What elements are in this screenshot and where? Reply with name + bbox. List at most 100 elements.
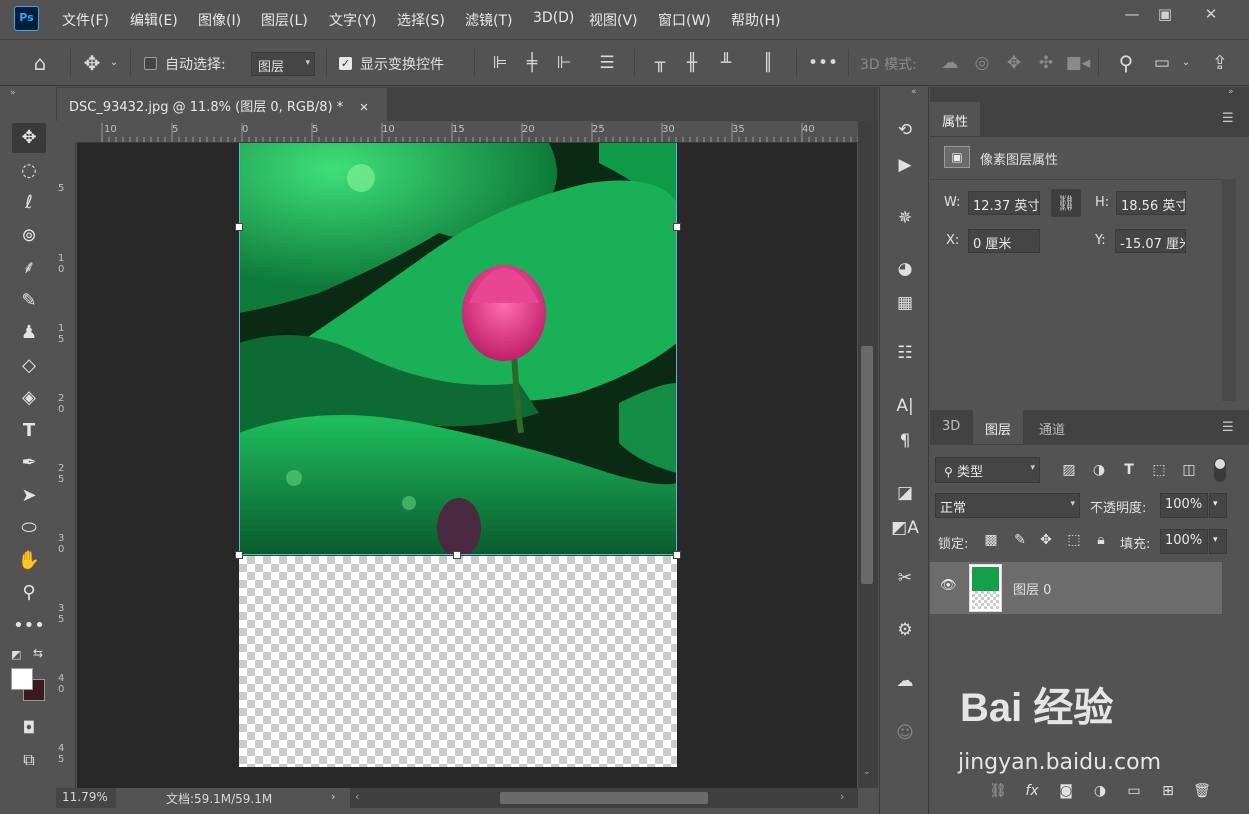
align-top-icon[interactable]: ╥	[646, 49, 674, 77]
blend-mode-dropdown[interactable]: 正常 ▾	[935, 493, 1080, 518]
menu-help[interactable]: 帮助(H)	[731, 10, 780, 30]
home-icon[interactable]: ⌂	[26, 49, 54, 77]
eye-visibility-icon[interactable]: 👁︎	[940, 578, 957, 593]
swap-colors-icon[interactable]: ⇆	[33, 646, 43, 660]
close-window-icon[interactable]: ✕	[1195, 4, 1227, 24]
lock-position-icon[interactable]: ✥	[1035, 529, 1057, 551]
pen-tool-icon[interactable]: ✒	[12, 448, 46, 478]
height-field[interactable]: 18.56 英寸	[1116, 191, 1186, 215]
x-field[interactable]: 0 厘米	[968, 229, 1040, 253]
menu-edit[interactable]: 编辑(E)	[130, 10, 178, 30]
chevron-right-icon[interactable]: ›	[331, 790, 335, 803]
libraries-icon[interactable]: ☁	[890, 667, 920, 695]
swatches-grid-icon[interactable]: ▦	[890, 289, 920, 317]
hand-tool-icon[interactable]: ✋	[12, 546, 46, 576]
scroll-thumb[interactable]	[861, 346, 873, 584]
move-tool-icon[interactable]: ✥	[12, 123, 46, 153]
scroll-thumb[interactable]	[500, 792, 708, 804]
menu-image[interactable]: 图像(I)	[198, 10, 241, 30]
ellipse-tool-icon[interactable]: ⬭	[12, 513, 46, 543]
chevron-down-icon[interactable]: ⌄	[863, 767, 871, 777]
adjustment-layer-icon[interactable]: ◑	[1089, 780, 1111, 802]
transform-handle[interactable]	[235, 551, 243, 559]
alien-icon[interactable]: ☺	[890, 719, 920, 747]
tab-properties[interactable]: 属性	[930, 102, 981, 136]
chevron-right-icon[interactable]: ›	[840, 790, 844, 803]
search-icon[interactable]: ⚲	[1112, 49, 1140, 77]
filter-toggle[interactable]	[1214, 458, 1226, 482]
menu-view[interactable]: 视图(V)	[589, 10, 638, 30]
collapse-arrows-icon[interactable]: »	[1228, 87, 1234, 97]
align-bottom-icon[interactable]: ╨	[712, 49, 740, 77]
opacity-field[interactable]: 100%	[1160, 493, 1208, 518]
menu-window[interactable]: 窗口(W)	[658, 10, 711, 30]
close-tab-icon[interactable]: ✕	[359, 101, 368, 114]
properties-icon[interactable]: ⚙	[890, 616, 920, 644]
align-right-icon[interactable]: ⊩	[550, 49, 578, 77]
transform-handle[interactable]	[235, 223, 243, 231]
show-transform-checkbox[interactable]: ✓	[339, 57, 352, 70]
width-field[interactable]: 12.37 英寸	[968, 191, 1040, 215]
horizontal-scrollbar[interactable]: ‹ ›	[350, 788, 858, 808]
fill-field[interactable]: 100%	[1160, 529, 1208, 554]
filter-pixel-icon[interactable]: ▨	[1058, 459, 1080, 481]
chevron-left-icon[interactable]: ‹	[355, 790, 359, 803]
zoom-tool-icon[interactable]: ⚲	[12, 578, 46, 608]
trash-icon[interactable]: 🗑︎	[1191, 780, 1213, 802]
lock-all-icon[interactable]: 🔒︎	[1090, 529, 1112, 551]
move-tool-icon[interactable]: ✥	[78, 49, 106, 77]
quick-select-tool-icon[interactable]: ⊚	[12, 221, 46, 251]
distribute-h-icon[interactable]: ☰	[593, 49, 621, 77]
menu-layer[interactable]: 图层(L)	[261, 10, 308, 30]
lock-transparent-icon[interactable]: ▩	[980, 529, 1002, 551]
menu-filter[interactable]: 滤镜(T)	[465, 10, 512, 30]
chevron-down-icon[interactable]: ▾	[1209, 493, 1227, 518]
lasso-tool-icon[interactable]: ℓ	[12, 188, 46, 218]
menu-select[interactable]: 选择(S)	[397, 10, 445, 30]
transform-handle[interactable]	[453, 551, 461, 559]
zoom-level[interactable]: 11.79%	[56, 788, 116, 808]
actions-play-icon[interactable]: ▶	[890, 151, 920, 179]
collapse-arrows-icon[interactable]: »	[10, 88, 16, 98]
tab-layers[interactable]: 图层	[973, 410, 1024, 444]
eraser-tool-icon[interactable]: ◇	[12, 351, 46, 381]
group-folder-icon[interactable]: ▭	[1123, 780, 1145, 802]
align-center-h-icon[interactable]: ╪	[518, 49, 546, 77]
tab-channels[interactable]: 通道	[1027, 410, 1077, 444]
paragraph-styles-icon[interactable]: ◪	[890, 479, 920, 507]
transform-handle[interactable]	[673, 551, 681, 559]
minimize-icon[interactable]: —	[1116, 4, 1148, 24]
share-icon[interactable]: ⇪	[1206, 49, 1234, 77]
distribute-v-icon[interactable]: ║	[754, 49, 782, 77]
marquee-tool-icon[interactable]: ◌	[12, 156, 46, 186]
more-options-icon[interactable]: •••	[808, 49, 838, 77]
filter-smart-object-icon[interactable]: ◫	[1178, 459, 1200, 481]
y-field[interactable]: -15.07 厘米	[1115, 229, 1186, 253]
brush-tool-icon[interactable]: ✎	[12, 286, 46, 316]
vertical-scrollbar[interactable]: ⌄	[858, 121, 878, 788]
color-palette-icon[interactable]: ◕	[890, 255, 920, 283]
history-icon[interactable]: ⟲	[890, 116, 920, 144]
align-left-icon[interactable]: ⊫	[486, 49, 514, 77]
filter-shape-icon[interactable]: ⬚	[1148, 459, 1170, 481]
lock-artboard-icon[interactable]: ⬚	[1063, 529, 1085, 551]
filter-type-icon[interactable]: T	[1118, 459, 1140, 481]
foreground-color-swatch[interactable]	[11, 668, 33, 690]
align-middle-v-icon[interactable]: ╫	[678, 49, 706, 77]
panel-scrollbar[interactable]	[1222, 179, 1236, 401]
panel-menu-icon[interactable]: ☰	[1222, 111, 1234, 126]
chevron-down-icon[interactable]: ⌄	[106, 49, 122, 77]
eyedropper-tool-icon[interactable]: ⸙	[12, 253, 46, 283]
character-styles-icon[interactable]: ◩A	[890, 514, 920, 542]
default-colors-icon[interactable]: ◩	[11, 648, 21, 661]
stamp-tool-icon[interactable]: ♟	[12, 318, 46, 348]
tool-presets-icon[interactable]: ✂	[890, 564, 920, 592]
navigator-icon[interactable]: ✵	[890, 204, 920, 232]
transform-bounding-box[interactable]	[239, 143, 677, 555]
quick-mask-icon[interactable]: ◘	[12, 713, 46, 743]
more-tools-icon[interactable]: •••	[12, 611, 46, 641]
adjustments-icon[interactable]: ☷	[890, 339, 920, 367]
screen-mode-icon[interactable]: ⧉	[12, 745, 46, 775]
type-tool-icon[interactable]: T	[12, 416, 46, 446]
transform-handle[interactable]	[673, 223, 681, 231]
